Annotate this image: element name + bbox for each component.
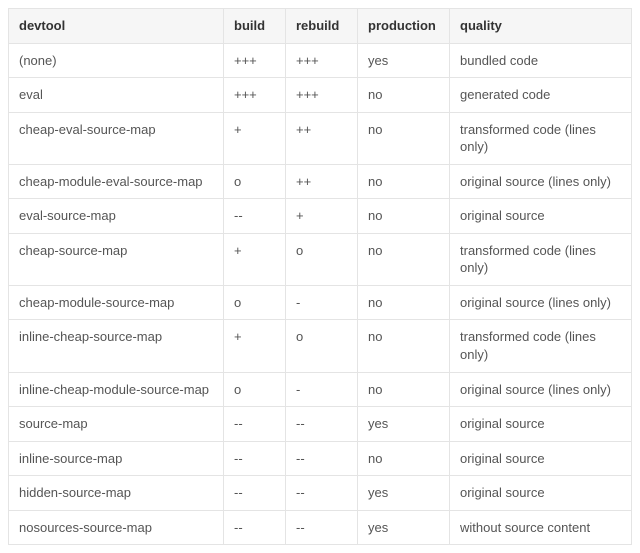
table-row: cheap-module-eval-source-mapo++noorigina… bbox=[9, 164, 632, 199]
cell-rebuild: +++ bbox=[286, 43, 358, 78]
table-header-row: devtool build rebuild production quality bbox=[9, 9, 632, 44]
cell-build: -- bbox=[224, 510, 286, 545]
cell-build: -- bbox=[224, 476, 286, 511]
cell-devtool: inline-source-map bbox=[9, 441, 224, 476]
cell-quality: without source content bbox=[450, 510, 632, 545]
cell-production: no bbox=[358, 199, 450, 234]
table-row: inline-source-map----nooriginal source bbox=[9, 441, 632, 476]
cell-build: -- bbox=[224, 407, 286, 442]
cell-build: o bbox=[224, 285, 286, 320]
cell-build: o bbox=[224, 372, 286, 407]
cell-rebuild: o bbox=[286, 320, 358, 372]
cell-quality: original source (lines only) bbox=[450, 372, 632, 407]
table-row: hidden-source-map----yesoriginal source bbox=[9, 476, 632, 511]
cell-devtool: cheap-eval-source-map bbox=[9, 112, 224, 164]
cell-rebuild: -- bbox=[286, 510, 358, 545]
cell-rebuild: - bbox=[286, 285, 358, 320]
cell-quality: original source (lines only) bbox=[450, 285, 632, 320]
col-header-quality: quality bbox=[450, 9, 632, 44]
cell-quality: transformed code (lines only) bbox=[450, 112, 632, 164]
cell-production: yes bbox=[358, 43, 450, 78]
table-row: eval++++++nogenerated code bbox=[9, 78, 632, 113]
devtool-table: devtool build rebuild production quality… bbox=[8, 8, 632, 545]
cell-devtool: eval bbox=[9, 78, 224, 113]
table-row: cheap-eval-source-map+++notransformed co… bbox=[9, 112, 632, 164]
table-body: (none)++++++yesbundled code eval++++++no… bbox=[9, 43, 632, 545]
cell-devtool: (none) bbox=[9, 43, 224, 78]
cell-quality: original source (lines only) bbox=[450, 164, 632, 199]
cell-devtool: inline-cheap-source-map bbox=[9, 320, 224, 372]
cell-production: yes bbox=[358, 510, 450, 545]
cell-build: o bbox=[224, 164, 286, 199]
cell-devtool: hidden-source-map bbox=[9, 476, 224, 511]
cell-rebuild: ++ bbox=[286, 164, 358, 199]
cell-rebuild: o bbox=[286, 233, 358, 285]
cell-quality: original source bbox=[450, 441, 632, 476]
cell-devtool: eval-source-map bbox=[9, 199, 224, 234]
cell-production: no bbox=[358, 441, 450, 476]
cell-devtool: source-map bbox=[9, 407, 224, 442]
cell-devtool: cheap-module-source-map bbox=[9, 285, 224, 320]
cell-rebuild: +++ bbox=[286, 78, 358, 113]
cell-rebuild: - bbox=[286, 372, 358, 407]
cell-devtool: nosources-source-map bbox=[9, 510, 224, 545]
cell-build: + bbox=[224, 112, 286, 164]
cell-production: yes bbox=[358, 407, 450, 442]
cell-production: no bbox=[358, 78, 450, 113]
cell-quality: generated code bbox=[450, 78, 632, 113]
table-row: inline-cheap-source-map+onotransformed c… bbox=[9, 320, 632, 372]
cell-production: no bbox=[358, 285, 450, 320]
cell-rebuild: -- bbox=[286, 407, 358, 442]
cell-production: no bbox=[358, 372, 450, 407]
cell-devtool: cheap-module-eval-source-map bbox=[9, 164, 224, 199]
table-row: cheap-module-source-mapo-nooriginal sour… bbox=[9, 285, 632, 320]
cell-build: + bbox=[224, 320, 286, 372]
cell-quality: transformed code (lines only) bbox=[450, 320, 632, 372]
cell-quality: transformed code (lines only) bbox=[450, 233, 632, 285]
cell-rebuild: + bbox=[286, 199, 358, 234]
table-row: source-map----yesoriginal source bbox=[9, 407, 632, 442]
cell-build: -- bbox=[224, 199, 286, 234]
table-row: inline-cheap-module-source-mapo-noorigin… bbox=[9, 372, 632, 407]
cell-production: no bbox=[358, 320, 450, 372]
cell-production: no bbox=[358, 112, 450, 164]
table-row: eval-source-map--+nooriginal source bbox=[9, 199, 632, 234]
col-header-build: build bbox=[224, 9, 286, 44]
col-header-production: production bbox=[358, 9, 450, 44]
table-row: (none)++++++yesbundled code bbox=[9, 43, 632, 78]
cell-production: yes bbox=[358, 476, 450, 511]
cell-build: -- bbox=[224, 441, 286, 476]
cell-quality: original source bbox=[450, 199, 632, 234]
cell-build: +++ bbox=[224, 43, 286, 78]
col-header-devtool: devtool bbox=[9, 9, 224, 44]
cell-rebuild: -- bbox=[286, 476, 358, 511]
cell-rebuild: -- bbox=[286, 441, 358, 476]
table-row: cheap-source-map+onotransformed code (li… bbox=[9, 233, 632, 285]
cell-production: no bbox=[358, 164, 450, 199]
table-row: nosources-source-map----yeswithout sourc… bbox=[9, 510, 632, 545]
cell-build: + bbox=[224, 233, 286, 285]
cell-quality: bundled code bbox=[450, 43, 632, 78]
cell-devtool: inline-cheap-module-source-map bbox=[9, 372, 224, 407]
cell-production: no bbox=[358, 233, 450, 285]
cell-quality: original source bbox=[450, 476, 632, 511]
col-header-rebuild: rebuild bbox=[286, 9, 358, 44]
cell-rebuild: ++ bbox=[286, 112, 358, 164]
cell-quality: original source bbox=[450, 407, 632, 442]
cell-build: +++ bbox=[224, 78, 286, 113]
cell-devtool: cheap-source-map bbox=[9, 233, 224, 285]
